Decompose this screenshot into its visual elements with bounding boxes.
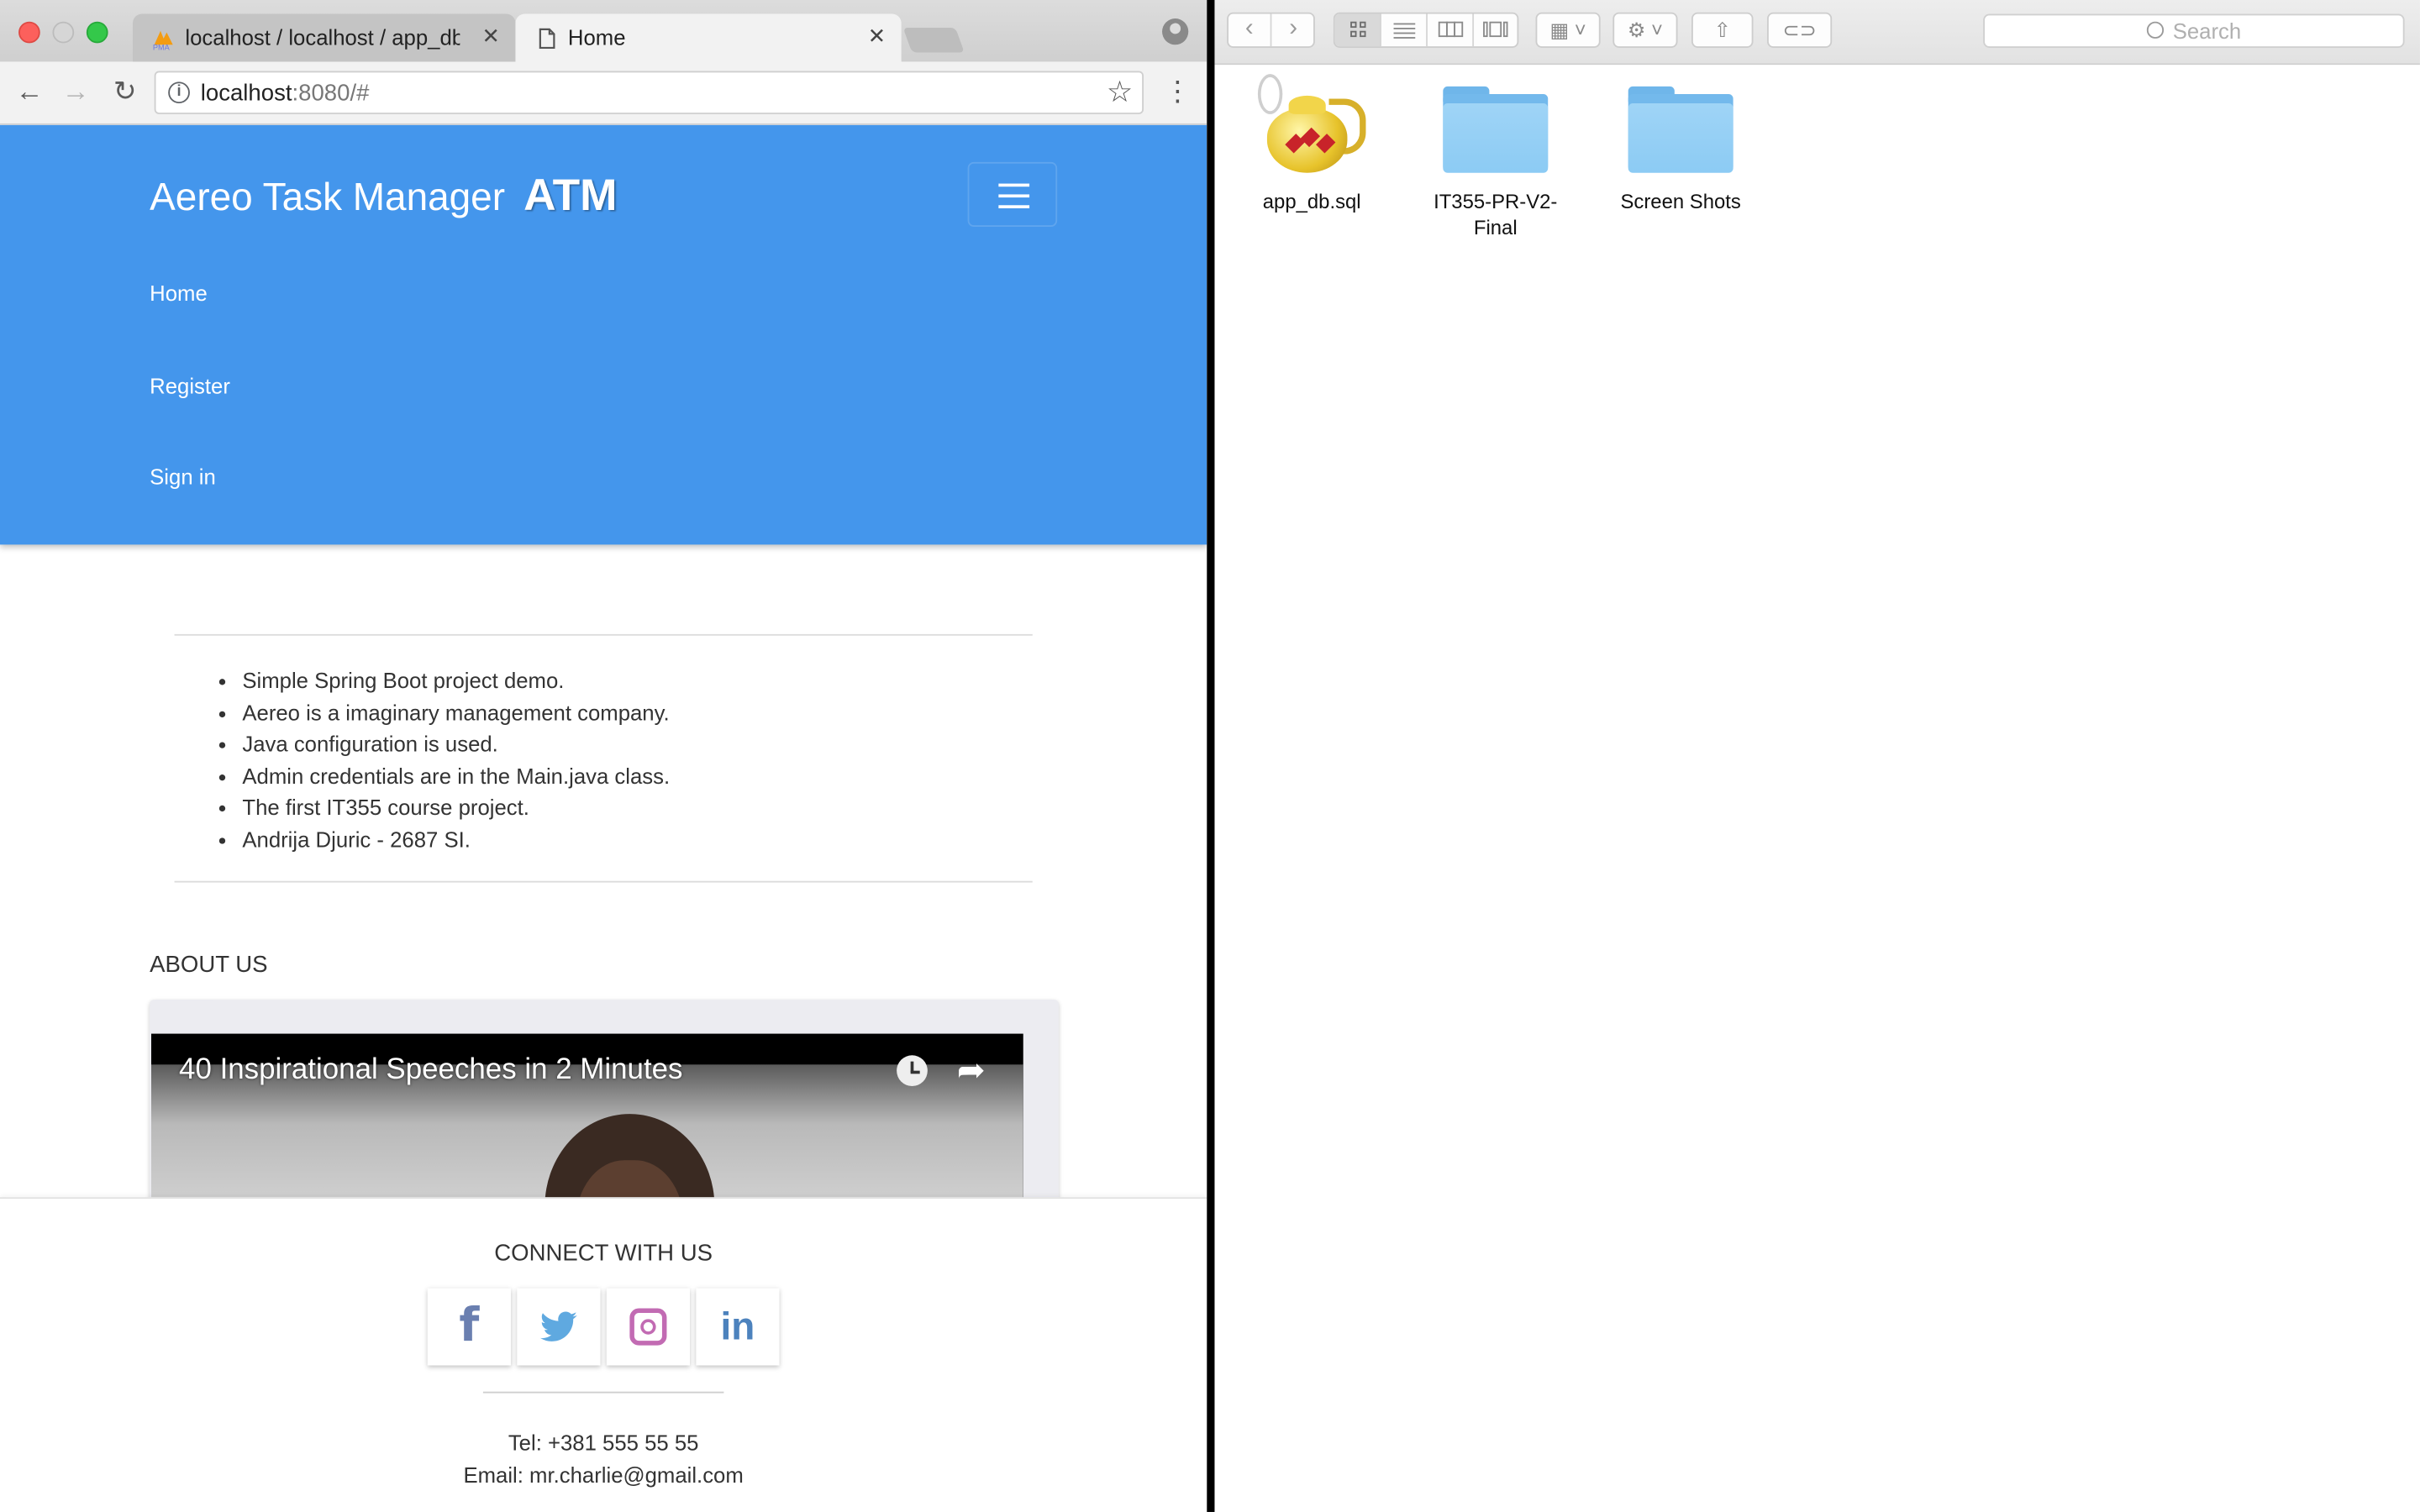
list-item: The first IT355 course project. [242,792,670,824]
folder-item[interactable]: Screen Shots [1596,74,1765,214]
list-item: Simple Spring Boot project demo. [242,665,670,697]
divider [174,880,1033,883]
svg-text:PMA: PMA [153,44,171,51]
finder-forward-icon[interactable]: › [1271,14,1313,47]
search-icon [2146,21,2164,39]
brand-abbr: ATM [523,171,618,221]
folder-label: IT355-PR-V2-Final [1434,189,1558,239]
linkedin-icon[interactable]: in [696,1288,780,1366]
contact-tel: Tel: +381 555 55 55 [508,1430,699,1456]
list-view-icon[interactable] [1381,13,1428,47]
nav-link-sign-in[interactable]: Sign in [150,465,216,489]
tab-home[interactable]: Home ✕ [515,13,902,62]
info-icon[interactable]: i [168,81,190,104]
site-footer: CONNECT WITH US f in Tel: +381 555 55 55… [0,1197,1207,1512]
file-label: app_db.sql [1262,189,1361,213]
forward-arrow-icon[interactable]: → [59,74,92,108]
column-view-icon[interactable] [1428,13,1475,47]
page-icon [539,28,555,50]
facebook-icon[interactable]: f [427,1288,511,1366]
back-forward-buttons: ‹ › [1227,12,1315,48]
file-item[interactable]: app_db.sql [1227,74,1397,214]
cover-flow-icon[interactable] [1474,14,1517,47]
divider [482,1391,724,1394]
folder-icon [1628,83,1733,173]
bookmark-star-icon[interactable]: ☆ [1107,76,1133,111]
browser-menu-icon[interactable]: ⋮ [1164,77,1192,105]
instagram-icon[interactable] [606,1288,691,1366]
action-menu-button[interactable]: ⚙ ˅ [1612,12,1678,48]
share-icon[interactable]: ➦ [957,1051,986,1091]
profile-icon[interactable] [1162,18,1189,45]
reload-icon[interactable]: ↻ [108,74,142,108]
tab-label: Home [567,24,626,50]
folder-icon [1443,83,1549,173]
share-icon: ⇧ [1713,18,1731,42]
icon-view-icon[interactable] [1334,13,1381,47]
site-header: Aereo Task Manager ATM Home Register Sign… [0,124,1207,545]
tag-icon: ⊂⊃ [1782,18,1817,42]
gear-icon: ⚙ ˅ [1627,18,1663,42]
twitter-icon[interactable] [517,1288,601,1366]
new-tab-button[interactable] [902,28,965,53]
divider [174,633,1033,636]
finder-toolbar: ‹ › ▦ ˅ ⚙ ˅ ⇧ ⊂⊃ Search [1214,0,2420,66]
finder-back-icon[interactable]: ‹ [1228,13,1272,47]
site-brand[interactable]: Aereo Task Manager ATM [150,171,617,223]
tab-close-icon[interactable]: ✕ [868,24,886,50]
browser-window: PMA localhost / localhost / app_db | ✕ H… [0,0,1207,1512]
brand-name: Aereo Task Manager [150,176,506,219]
window-minimize-button[interactable] [52,21,75,44]
view-mode-buttons [1333,12,1519,48]
folder-item[interactable]: IT355-PR-V2-Final [1411,74,1581,240]
tab-phpmyadmin[interactable]: PMA localhost / localhost / app_db | ✕ [132,13,516,62]
arrange-menu-button[interactable]: ▦ ˅ [1535,12,1601,48]
list-item: Admin credentials are in the Main.java c… [242,760,670,792]
url-text[interactable]: localhost:8080/# [201,81,370,107]
video-title[interactable]: 40 Inspirational Speeches in 2 Minutes [179,1053,682,1087]
window-divider [1207,0,1215,1512]
tab-label: localhost / localhost / app_db | [185,24,460,50]
back-arrow-icon[interactable]: ← [13,74,46,108]
finder-search-input[interactable]: Search [1983,13,2405,48]
about-title: ABOUT US [150,952,268,979]
tags-button[interactable]: ⊂⊃ [1767,12,1833,48]
hamburger-menu-icon[interactable] [967,161,1058,227]
list-item: Andrija Djuric - 2687 SI. [242,824,670,856]
contact-email: Email: mr.charlie@gmail.com [463,1462,744,1488]
phpmyadmin-icon: PMA [153,30,173,51]
feature-list: Simple Spring Boot project demo. Aereo i… [212,665,670,856]
nav-link-register[interactable]: Register [150,373,230,397]
finder-window: ‹ › ▦ ˅ ⚙ ˅ ⇧ ⊂⊃ Search app_db.sql IT355… [1214,0,2420,1512]
browser-titlebar: PMA localhost / localhost / app_db | ✕ H… [0,0,1207,62]
connect-title: CONNECT WITH US [494,1240,713,1267]
address-bar[interactable]: i localhost:8080/# ☆ [154,71,1144,114]
share-button[interactable]: ⇧ [1691,12,1754,48]
window-close-button[interactable] [18,21,40,44]
sql-lamp-icon [1255,74,1369,182]
window-maximize-button[interactable] [86,21,108,44]
watch-later-icon[interactable] [897,1055,928,1087]
nav-link-home[interactable]: Home [150,281,208,305]
list-item: Java configuration is used. [242,728,670,760]
folder-label: Screen Shots [1620,189,1741,213]
tab-close-icon[interactable]: ✕ [482,24,501,50]
browser-toolbar: ← → ↻ i localhost:8080/# ☆ ⋮ [0,61,1207,125]
web-page: Aereo Task Manager ATM Home Register Sign… [0,124,1207,1512]
arrange-icon: ▦ ˅ [1549,18,1586,42]
list-item: Aereo is a imaginary management company. [242,696,670,728]
